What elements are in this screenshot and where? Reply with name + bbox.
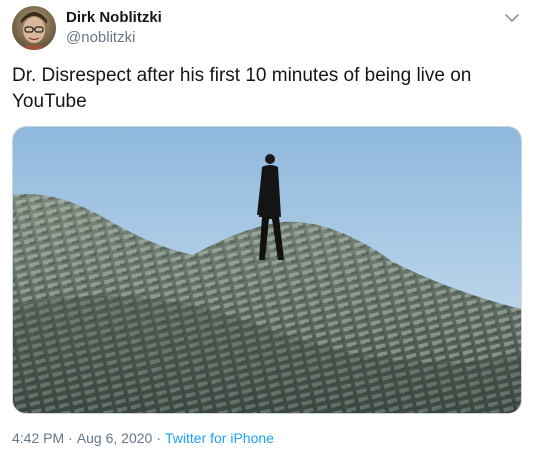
more-options-button[interactable]: [502, 8, 522, 28]
avatar[interactable]: [12, 6, 56, 50]
chevron-down-icon: [505, 14, 519, 22]
tweet-media[interactable]: [12, 126, 522, 414]
avatar-image: [12, 6, 56, 50]
separator: ·: [156, 430, 161, 446]
user-info: Dirk Noblitzki @noblitzki: [66, 8, 162, 48]
user-handle[interactable]: @noblitzki: [66, 28, 162, 48]
display-name[interactable]: Dirk Noblitzki: [66, 8, 162, 28]
tweet-time[interactable]: 4:42 PM: [12, 430, 64, 446]
separator: ·: [68, 430, 73, 446]
tweet-date[interactable]: Aug 6, 2020: [77, 430, 153, 446]
tweet-card: Dirk Noblitzki @noblitzki Dr. Disrespect…: [0, 0, 534, 457]
tweet-text: Dr. Disrespect after his first 10 minute…: [12, 65, 472, 112]
tweet-metadata: 4:42 PM · Aug 6, 2020 · Twitter for iPhone: [12, 429, 274, 447]
source-link[interactable]: Twitter for iPhone: [165, 430, 274, 446]
media-image: [13, 127, 521, 413]
